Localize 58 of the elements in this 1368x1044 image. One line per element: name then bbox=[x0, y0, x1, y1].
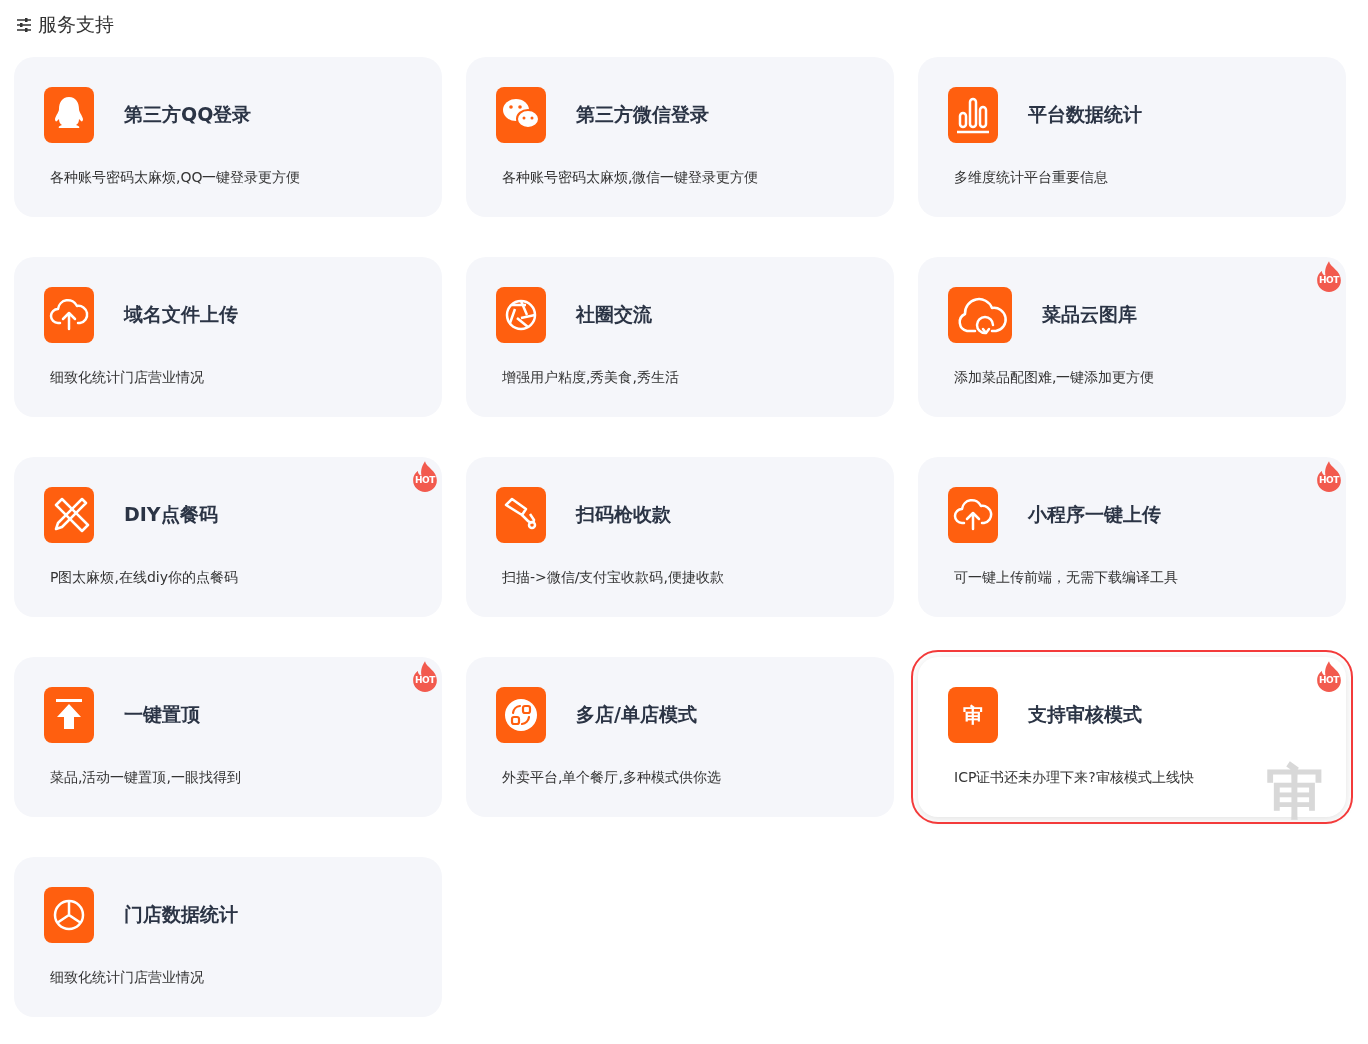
service-icon bbox=[496, 287, 546, 343]
service-card[interactable]: 平台数据统计 多维度统计平台重要信息 bbox=[918, 57, 1346, 217]
service-icon bbox=[44, 687, 94, 743]
service-icon: 审 bbox=[948, 687, 998, 743]
service-card[interactable]: 第三方微信登录 各种账号密码太麻烦,微信一键登录更方便 bbox=[466, 57, 894, 217]
hot-badge: HOT bbox=[1315, 660, 1343, 692]
service-card[interactable]: 域名文件上传 细致化统计门店营业情况 bbox=[14, 257, 442, 417]
service-icon bbox=[44, 87, 94, 143]
card-description: 扫描->微信/支付宝收款码,便捷收款 bbox=[502, 569, 725, 587]
card-title: 域名文件上传 bbox=[124, 302, 238, 327]
filter-icon bbox=[16, 18, 32, 32]
card-title: 社圈交流 bbox=[576, 302, 652, 327]
card-description: 细致化统计门店营业情况 bbox=[50, 969, 205, 987]
card-title: 支持审核模式 bbox=[1028, 702, 1142, 727]
service-card[interactable]: 小程序一键上传 HOT 可一键上传前端，无需下载编译工具 bbox=[918, 457, 1346, 617]
card-title: 菜品云图库 bbox=[1042, 302, 1137, 327]
card-title: 平台数据统计 bbox=[1028, 102, 1142, 127]
card-description: 菜品,活动一键置顶,一眼找得到 bbox=[50, 769, 242, 787]
card-description: ICP证书还未办理下来?审核模式上线快 bbox=[954, 769, 1195, 787]
service-card[interactable]: 多店/单店模式 外卖平台,单个餐厅,多种模式供你选 bbox=[466, 657, 894, 817]
hot-badge: HOT bbox=[411, 460, 439, 492]
card-description: 多维度统计平台重要信息 bbox=[954, 169, 1109, 187]
service-card[interactable]: 门店数据统计 细致化统计门店营业情况 bbox=[14, 857, 442, 1017]
card-description: 各种账号密码太麻烦,QQ一键登录更方便 bbox=[50, 169, 302, 187]
service-card[interactable]: DIY点餐码 HOT P图太麻烦,在线diy你的点餐码 bbox=[14, 457, 442, 617]
service-card[interactable]: 第三方QQ登录 各种账号密码太麻烦,QQ一键登录更方便 bbox=[14, 57, 442, 217]
card-title: DIY点餐码 bbox=[124, 502, 218, 527]
service-icon bbox=[948, 487, 998, 543]
card-title: 第三方QQ登录 bbox=[124, 102, 252, 127]
service-icon bbox=[44, 887, 94, 943]
service-icon bbox=[948, 287, 1012, 343]
card-title: 扫码枪收款 bbox=[576, 502, 671, 527]
service-icon bbox=[496, 87, 546, 143]
section-title: 服务支持 bbox=[38, 12, 114, 37]
hot-badge: HOT bbox=[411, 660, 439, 692]
card-description: 细致化统计门店营业情况 bbox=[50, 369, 205, 387]
service-icon bbox=[44, 487, 94, 543]
card-title: 第三方微信登录 bbox=[576, 102, 709, 127]
card-title: 门店数据统计 bbox=[124, 902, 238, 927]
service-icon bbox=[496, 687, 546, 743]
hot-badge: HOT bbox=[1315, 460, 1343, 492]
card-title: 小程序一键上传 bbox=[1028, 502, 1161, 527]
card-description: 添加菜品配图难,一键添加更方便 bbox=[954, 369, 1156, 387]
card-description: 可一键上传前端，无需下载编译工具 bbox=[954, 569, 1179, 587]
card-description: P图太麻烦,在线diy你的点餐码 bbox=[50, 569, 239, 587]
hot-badge: HOT bbox=[1315, 260, 1343, 292]
service-icon bbox=[496, 487, 546, 543]
card-description: 外卖平台,单个餐厅,多种模式供你选 bbox=[502, 769, 722, 787]
card-description: 增强用户粘度,秀美食,秀生活 bbox=[502, 369, 680, 387]
service-card[interactable]: 社圈交流 增强用户粘度,秀美食,秀生活 bbox=[466, 257, 894, 417]
card-title: 多店/单店模式 bbox=[576, 702, 697, 727]
card-title: 一键置顶 bbox=[124, 702, 200, 727]
service-icon bbox=[44, 287, 94, 343]
service-card[interactable]: 菜品云图库 HOT 添加菜品配图难,一键添加更方便 bbox=[918, 257, 1346, 417]
service-card[interactable]: 一键置顶 HOT 菜品,活动一键置顶,一眼找得到 bbox=[14, 657, 442, 817]
service-icon bbox=[948, 87, 998, 143]
card-description: 各种账号密码太麻烦,微信一键登录更方便 bbox=[502, 169, 760, 187]
service-card[interactable]: 扫码枪收款 扫描->微信/支付宝收款码,便捷收款 bbox=[466, 457, 894, 617]
